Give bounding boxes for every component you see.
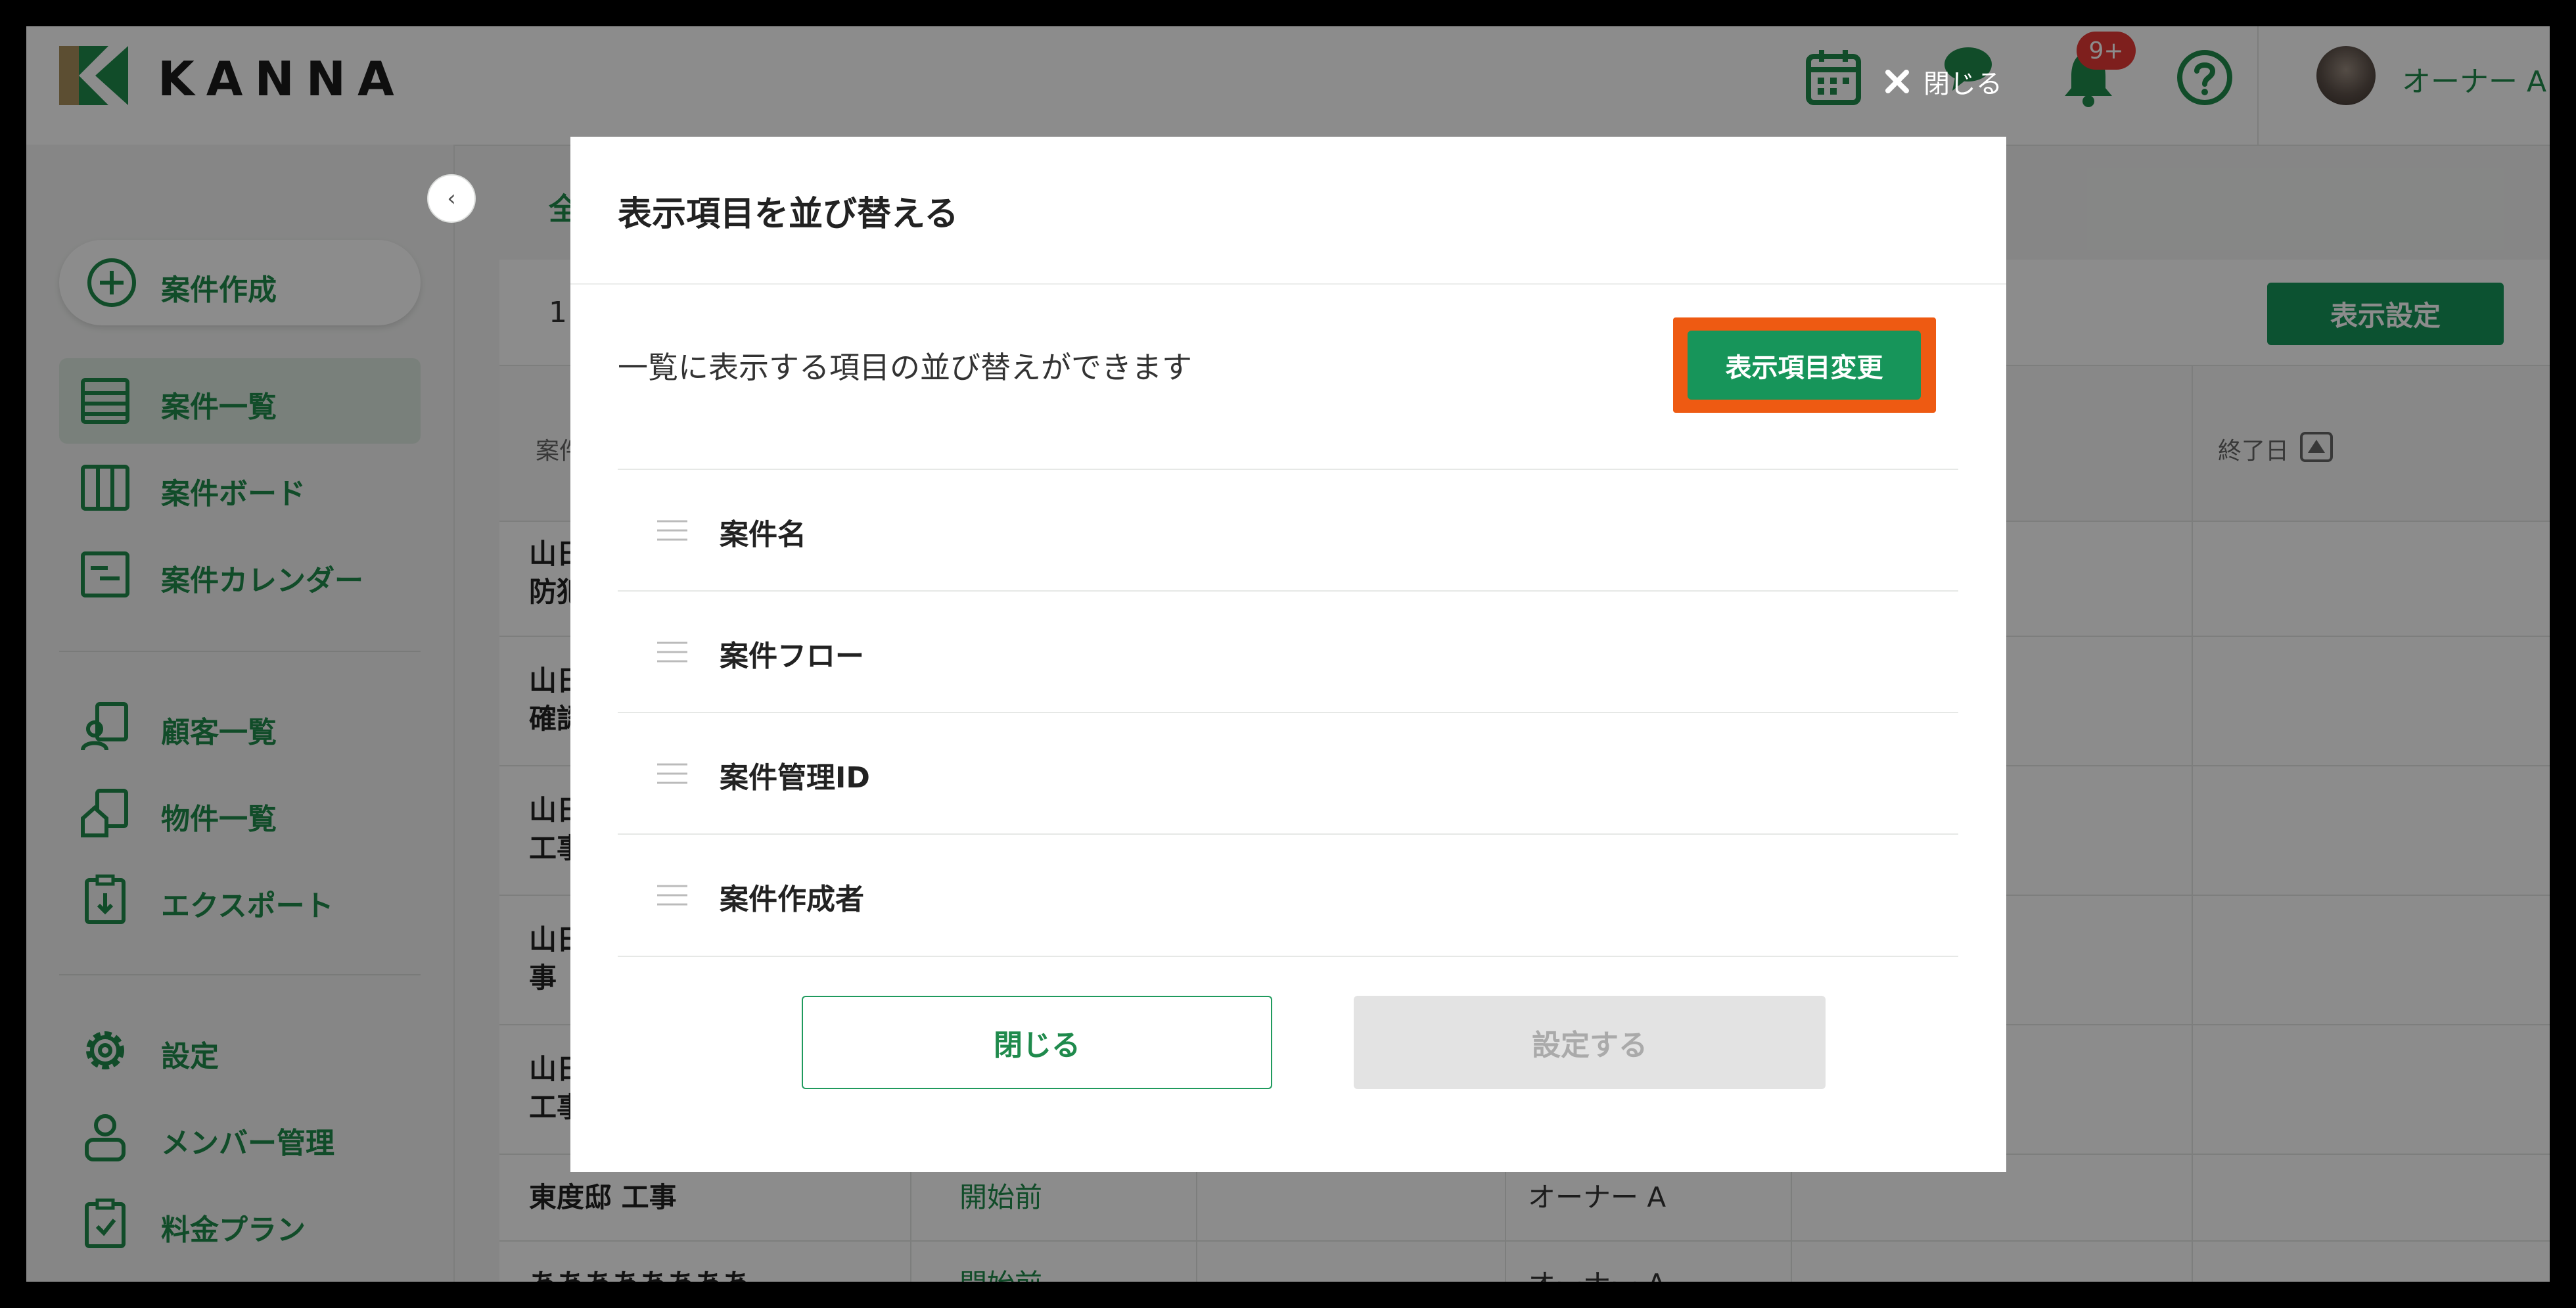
sortable-item[interactable]: 案件フロー — [618, 590, 1958, 712]
sortable-item-label: 案件フロー — [720, 640, 864, 673]
sortable-item-label: 案件作成者 — [720, 883, 864, 916]
drag-handle-icon[interactable] — [656, 882, 689, 908]
dialog-description: 一覧に表示する項目の並び替えができます — [618, 350, 1192, 385]
change-display-items-button[interactable]: 表示項目変更 — [1688, 331, 1921, 400]
close-icon — [1885, 70, 1909, 93]
reorder-items-dialog: 表示項目を並び替える 一覧に表示する項目の並び替えができます 表示項目変更 案件… — [570, 137, 2006, 1172]
dialog-close-button[interactable]: 閉じる — [802, 996, 1272, 1089]
drag-handle-icon[interactable] — [656, 639, 689, 665]
overlay-close-button[interactable]: 閉じる — [1883, 62, 2002, 101]
sidebar-collapse-button[interactable]: ‹ — [427, 174, 476, 223]
dialog-header-divider — [570, 283, 2006, 285]
sortable-item[interactable]: 案件名 — [618, 469, 1958, 591]
drag-handle-icon[interactable] — [656, 517, 689, 544]
sortable-item-label: 案件名 — [720, 518, 806, 551]
chevron-left-icon: ‹ — [447, 185, 456, 212]
sortable-item[interactable]: 案件作成者 — [618, 833, 1958, 957]
overlay-close-label: 閉じる — [1923, 69, 2002, 99]
sortable-item[interactable]: 案件管理ID — [618, 712, 1958, 834]
dialog-submit-button[interactable]: 設定する — [1354, 996, 1826, 1089]
sortable-item-label: 案件管理ID — [720, 761, 870, 795]
drag-handle-icon[interactable] — [656, 760, 689, 787]
dialog-title: 表示項目を並び替える — [618, 195, 959, 234]
app-window: KANNA 9+ オーナー A ‹ 案件作成 案件一覧 案件ボード 案件カレンダ… — [26, 26, 2550, 1282]
